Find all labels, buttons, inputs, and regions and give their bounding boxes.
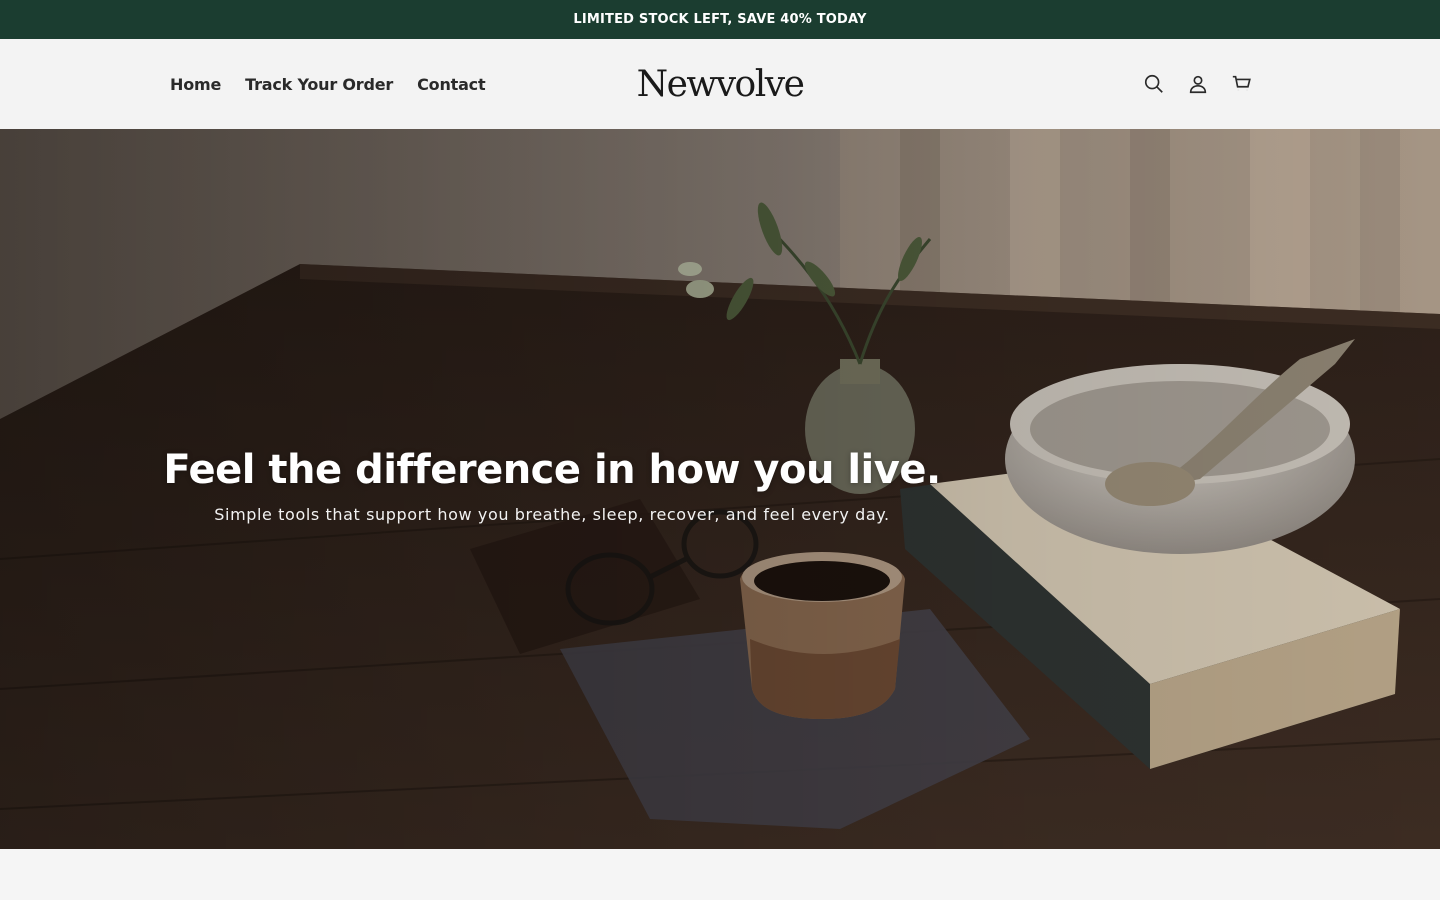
next-section	[0, 849, 1440, 900]
nav-track-order-link[interactable]: Track Your Order	[245, 75, 393, 94]
site-header: Home Track Your Order Contact Newvolve	[0, 39, 1440, 129]
nav-home-link[interactable]: Home	[170, 75, 221, 94]
brand-logo[interactable]: Newvolve	[637, 64, 805, 105]
announcement-text: LIMITED STOCK LEFT, SAVE 40% TODAY	[573, 12, 867, 27]
header-icons	[1132, 39, 1264, 129]
hero-banner: Feel the difference in how you live. Sim…	[0, 129, 1440, 849]
hero-text-block: Feel the difference in how you live. Sim…	[0, 447, 1104, 524]
search-button[interactable]	[1132, 62, 1176, 106]
announcement-bar: LIMITED STOCK LEFT, SAVE 40% TODAY	[0, 0, 1440, 39]
cart-icon	[1232, 75, 1251, 91]
hero-subtitle: Simple tools that support how you breath…	[214, 505, 890, 524]
nav-contact-link[interactable]: Contact	[417, 75, 486, 94]
account-button[interactable]	[1176, 62, 1220, 106]
search-icon	[1144, 74, 1163, 93]
account-icon	[1189, 75, 1207, 94]
hero-title: Feel the difference in how you live.	[163, 447, 941, 493]
cart-button[interactable]	[1220, 62, 1264, 106]
main-nav: Home Track Your Order Contact	[170, 39, 509, 129]
